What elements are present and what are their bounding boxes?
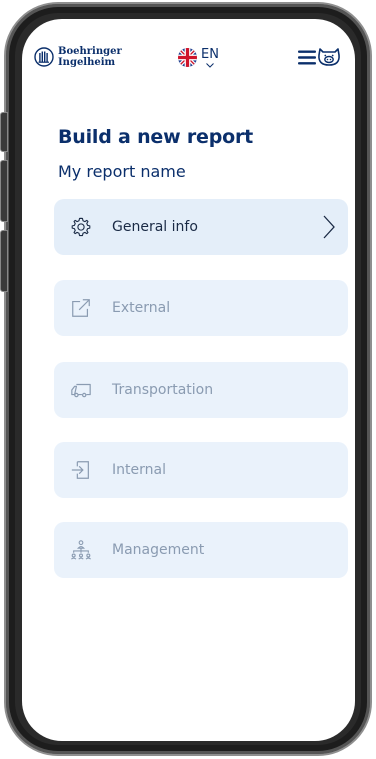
brand-name: Boehringer Ingelheim <box>58 46 122 68</box>
hamburger-menu-icon[interactable] <box>298 50 316 65</box>
section-internal[interactable]: Internal <box>54 442 348 498</box>
language-code: EN <box>201 47 219 62</box>
uk-flag-icon <box>178 48 197 67</box>
section-label: Transportation <box>112 382 214 398</box>
app-header: Boehringer Ingelheim EN <box>22 19 355 89</box>
section-label: External <box>112 300 171 316</box>
volume-up-button <box>0 160 8 222</box>
brand-logo: Boehringer Ingelheim <box>34 46 122 68</box>
org-chart-icon <box>70 540 92 560</box>
section-label: General info <box>112 219 198 235</box>
section-label: Internal <box>112 462 166 478</box>
section-transportation[interactable]: Transportation <box>54 362 348 418</box>
section-external[interactable]: External <box>54 280 348 336</box>
gear-icon <box>71 217 91 237</box>
section-label: Management <box>112 542 205 558</box>
volume-down-button <box>0 230 8 292</box>
brand-name-line1: Boehringer <box>58 46 122 57</box>
language-selector[interactable]: EN <box>178 48 219 68</box>
external-link-icon <box>72 299 90 317</box>
section-general-info[interactable]: General info <box>54 199 348 255</box>
page-title: Build a new report <box>58 126 254 148</box>
chevron-down-icon <box>206 63 214 68</box>
pig-icon[interactable] <box>317 47 341 67</box>
chevron-right-icon <box>323 215 335 239</box>
section-management[interactable]: Management <box>54 522 348 578</box>
app-screen: Boehringer Ingelheim EN Build a new repo… <box>22 19 355 741</box>
report-name: My report name <box>58 162 186 181</box>
sign-in-icon <box>71 461 89 479</box>
brand-name-line2: Ingelheim <box>58 57 116 68</box>
truck-icon <box>71 383 91 398</box>
boehringer-logo-icon <box>34 47 54 67</box>
mute-switch <box>0 112 8 152</box>
